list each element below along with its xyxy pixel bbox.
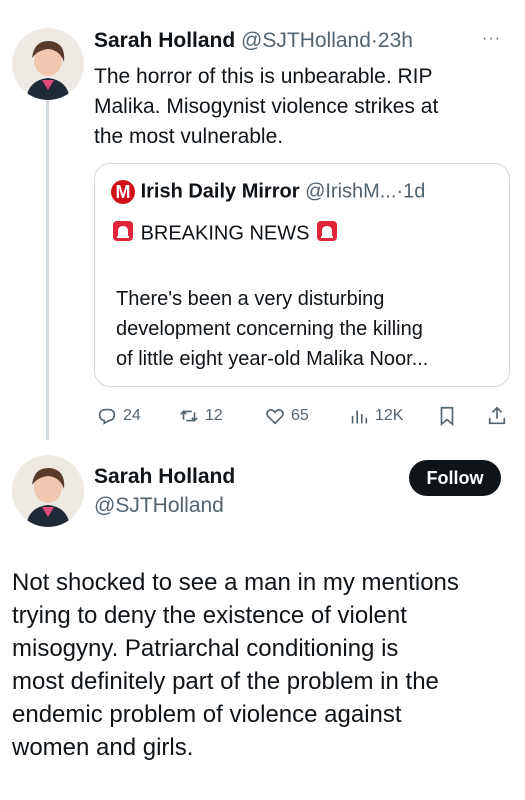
author-name[interactable]: Sarah Holland [94, 465, 235, 489]
like-button[interactable]: 65 [264, 405, 309, 427]
quote-body: There's been a very disturbing developme… [116, 284, 428, 374]
tweet-text-line: women and girls. [12, 734, 194, 761]
repost-count: 12 [205, 407, 223, 424]
tweet-text-line: the most vulnerable. [94, 125, 284, 148]
quote-source-handle: @IrishM... [305, 180, 397, 203]
quoted-tweet-card[interactable]: M Irish Daily Mirror @IrishM...·1d BREAK… [94, 163, 510, 387]
quote-headline: BREAKING NEWS [111, 219, 339, 249]
siren-icon [111, 219, 135, 249]
bookmark-button[interactable] [436, 405, 458, 427]
tweet-header: Sarah Holland @SJTHolland·23h [94, 29, 413, 53]
reply-icon [98, 408, 116, 425]
tweet-text-line: trying to deny the existence of violent [12, 602, 407, 629]
more-options-icon[interactable]: ··· [482, 30, 501, 48]
like-icon [266, 409, 284, 425]
dot-separator: · [370, 29, 378, 52]
breaking-news-label: BREAKING NEWS [140, 222, 310, 245]
quote-body-line: of little eight year-old Malika Noor... [116, 348, 429, 370]
tweet-text-line: endemic problem of violence against [12, 701, 402, 728]
views-icon [351, 410, 368, 424]
share-button[interactable] [486, 405, 508, 427]
views-count: 12K [375, 407, 404, 424]
tweet-text-line: Malika. Misogynist violence strikes at [94, 95, 439, 118]
avatar[interactable] [12, 455, 84, 527]
tweet-text: Not shocked to see a man in my mentions … [12, 566, 459, 764]
timestamp[interactable]: 23h [378, 29, 413, 52]
tweet-text: The horror of this is unbearable. RIP Ma… [94, 62, 438, 152]
repost-button[interactable]: 12 [178, 405, 223, 427]
like-count: 65 [291, 407, 309, 424]
reply-button[interactable]: 24 [96, 405, 141, 427]
author-name[interactable]: Sarah Holland [94, 29, 235, 52]
quote-source-name: Irish Daily Mirror [140, 180, 300, 203]
share-icon [488, 406, 506, 425]
quote-body-line: There's been a very disturbing [116, 288, 385, 310]
tweet-text-line: most definitely part of the problem in t… [12, 668, 439, 695]
author-handle[interactable]: @SJTHolland [94, 494, 224, 518]
quote-timestamp: 1d [403, 180, 426, 203]
author-handle[interactable]: @SJTHolland [241, 29, 371, 52]
bookmark-icon [440, 406, 454, 427]
repost-icon [180, 410, 198, 422]
tweet-text-line: Not shocked to see a man in my mentions [12, 569, 459, 596]
avatar[interactable] [12, 28, 84, 100]
mirror-logo: M [111, 180, 135, 204]
quote-header: M Irish Daily Mirror @IrishM...·1d [111, 180, 425, 204]
reply-count: 24 [123, 407, 141, 424]
tweet-text-line: The horror of this is unbearable. RIP [94, 65, 433, 88]
siren-icon [315, 219, 339, 249]
follow-button[interactable]: Follow [409, 460, 501, 496]
tweet-text-line: misogyny. Patriarchal conditioning is [12, 635, 399, 662]
views-button[interactable]: 12K [348, 405, 403, 427]
thread-line [46, 100, 49, 440]
quote-body-line: development concerning the killing [116, 318, 423, 340]
